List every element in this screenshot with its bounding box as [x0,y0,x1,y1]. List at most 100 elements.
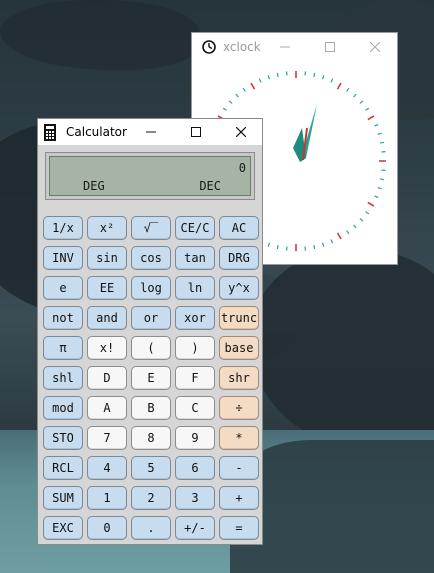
minute-tick [359,218,364,222]
calc-key[interactable]: 1 [87,486,127,510]
calc-key[interactable]: 5 [131,456,171,480]
minute-tick [330,239,334,244]
minute-tick [313,244,316,250]
minute-tick [313,72,316,78]
calculator-close-button[interactable] [218,119,264,145]
calc-key[interactable]: EXC [43,516,83,540]
calc-key[interactable]: +/- [175,516,215,540]
calc-key[interactable]: AC [219,216,259,240]
angle-mode-indicator: DEG [83,179,105,193]
calc-key[interactable]: ln [175,276,215,300]
calculator-titlebar[interactable]: Calculator [38,119,262,145]
calc-key[interactable]: = [219,516,259,540]
calc-key[interactable]: ÷ [219,396,259,420]
xclock-close-button[interactable] [352,33,398,61]
minute-tick [276,244,279,250]
xclock-titlebar[interactable]: xclock [192,33,397,61]
minute-tick [346,230,350,235]
minute-tick [359,100,364,104]
minute-tick [365,211,370,215]
hour-tick [367,115,375,121]
base-mode-indicator: DEC [199,179,221,193]
calc-key[interactable]: ( [131,336,171,360]
calc-key[interactable]: F [175,366,215,390]
calc-key[interactable]: 0 [87,516,127,540]
calc-key[interactable]: 8 [131,426,171,450]
calc-key[interactable]: trunc [219,306,259,330]
calc-key[interactable]: - [219,456,259,480]
calc-key[interactable]: sin [87,246,127,270]
calc-key[interactable]: DRG [219,246,259,270]
minute-tick [242,87,246,92]
calc-key[interactable]: INV [43,246,83,270]
minute-tick [258,78,262,83]
calc-key[interactable]: RCL [43,456,83,480]
calc-key[interactable]: 6 [175,456,215,480]
minute-tick [330,78,334,83]
calc-key[interactable]: + [219,486,259,510]
calc-key[interactable]: and [87,306,127,330]
calc-key[interactable]: 9 [175,426,215,450]
calc-key[interactable]: D [87,366,127,390]
calc-key[interactable]: 2 [131,486,171,510]
calc-key[interactable]: xor [175,306,215,330]
calc-key[interactable]: x² [87,216,127,240]
calc-key[interactable]: base [219,336,259,360]
calculator-minimize-button[interactable] [128,119,174,145]
calc-key[interactable]: EE [87,276,127,300]
calculator-title: Calculator [66,125,127,139]
calc-key[interactable]: STO [43,426,83,450]
calc-key[interactable]: 4 [87,456,127,480]
xclock-minimize-button[interactable] [262,33,308,61]
calc-key[interactable]: B [131,396,171,420]
calc-key[interactable]: ) [175,336,215,360]
lcd-screen: 0 DEG DEC [49,156,251,196]
minute-tick [365,107,370,111]
maximize-icon [191,127,201,137]
xclock-maximize-button[interactable] [307,33,353,61]
calc-key[interactable]: or [131,306,171,330]
calc-key[interactable]: . [131,516,171,540]
hour-tick [250,82,256,90]
calc-key[interactable]: e [43,276,83,300]
calc-key[interactable]: cos [131,246,171,270]
calc-key[interactable]: E [131,366,171,390]
calculator-maximize-button[interactable] [173,119,219,145]
calculator-window[interactable]: Calculator 0 DEG DEC 1/x x² √‾ CE/C AC INV sin… [37,118,263,545]
minute-tick [322,75,325,80]
minute-tick [374,123,379,127]
calc-key[interactable]: 3 [175,486,215,510]
calc-key[interactable]: CE/C [175,216,215,240]
calc-key[interactable]: x! [87,336,127,360]
calc-key[interactable]: shl [43,366,83,390]
wallpaper-rock [0,0,200,70]
calc-key[interactable]: y^x [219,276,259,300]
minute-tick [346,87,350,92]
wallpaper-rock [250,250,434,450]
calc-key[interactable]: C [175,396,215,420]
calc-key[interactable]: √‾ [131,216,171,240]
calculator-display: 0 DEG DEC [45,152,255,200]
calc-key[interactable]: not [43,306,83,330]
calc-key[interactable]: 1/x [43,216,83,240]
minute-tick [222,107,227,111]
calc-key[interactable]: SUM [43,486,83,510]
calc-key[interactable]: log [131,276,171,300]
calc-key[interactable]: tan [175,246,215,270]
minute-tick [353,93,357,98]
minute-tick [267,75,270,80]
hour-tick [336,232,342,240]
calc-key[interactable]: π [43,336,83,360]
minute-tick [377,132,382,135]
hour-tick [336,82,342,90]
calc-key[interactable]: * [219,426,259,450]
calculator-icon [44,123,56,141]
clock-icon [202,40,216,54]
minute-tick [379,178,385,181]
minute-tick [322,242,325,247]
calc-key[interactable]: mod [43,396,83,420]
calc-key[interactable]: 7 [87,426,127,450]
calc-key[interactable]: shr [219,366,259,390]
calc-key[interactable]: A [87,396,127,420]
minute-tick [374,195,379,199]
